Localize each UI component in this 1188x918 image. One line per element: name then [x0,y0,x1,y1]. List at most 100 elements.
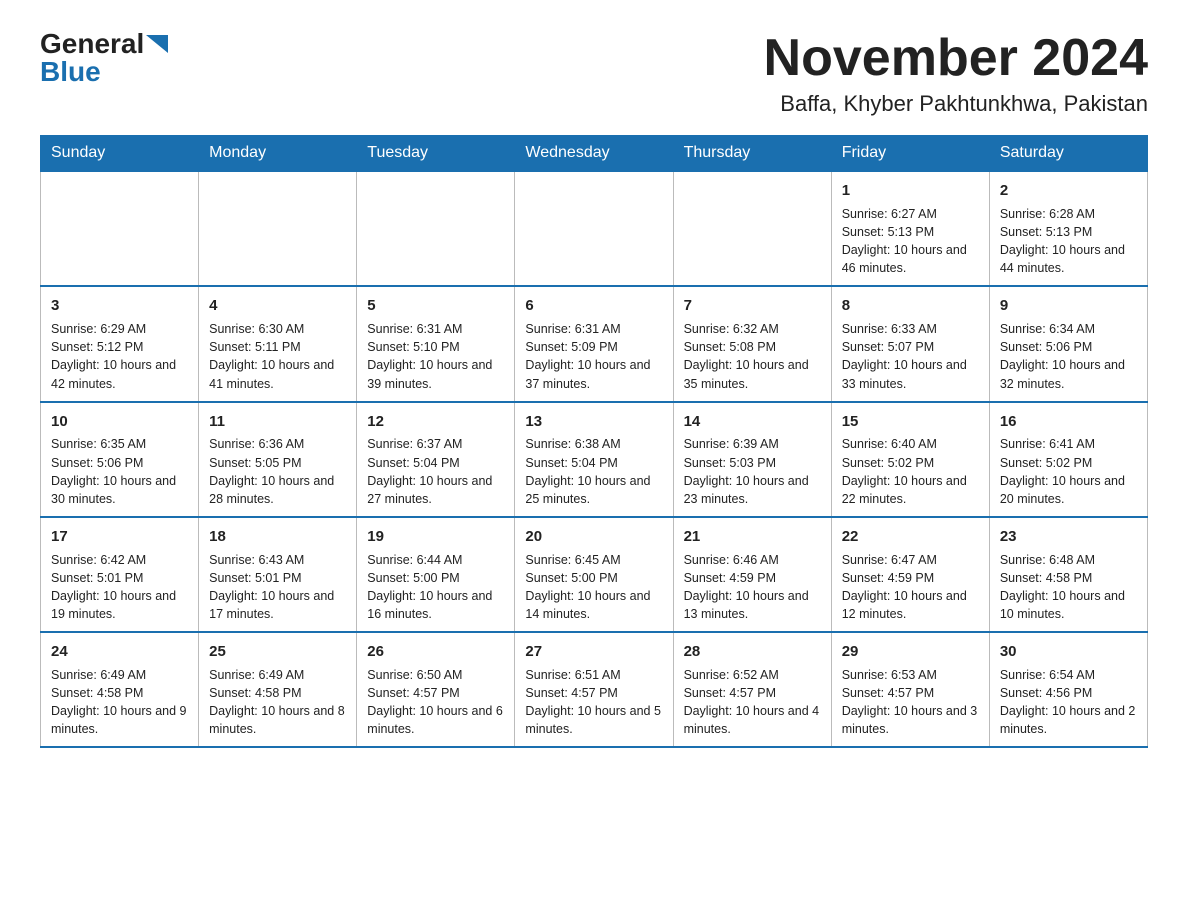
calendar-cell: 7Sunrise: 6:32 AMSunset: 5:08 PMDaylight… [673,286,831,401]
calendar-cell: 21Sunrise: 6:46 AMSunset: 4:59 PMDayligh… [673,517,831,632]
day-info-line: Sunset: 5:10 PM [367,338,504,356]
calendar-cell: 6Sunrise: 6:31 AMSunset: 5:09 PMDaylight… [515,286,673,401]
day-info-line: Sunset: 4:58 PM [1000,569,1137,587]
day-info-line: Daylight: 10 hours and 5 minutes. [525,702,662,738]
page-header: General Blue November 2024 Baffa, Khyber… [40,30,1148,117]
day-info-line: Sunset: 5:04 PM [525,454,662,472]
day-info-line: Daylight: 10 hours and 28 minutes. [209,472,346,508]
calendar-cell [41,171,199,286]
day-number: 5 [367,295,504,317]
calendar-week-row: 24Sunrise: 6:49 AMSunset: 4:58 PMDayligh… [41,632,1148,747]
col-saturday: Saturday [989,136,1147,172]
day-info-line: Daylight: 10 hours and 9 minutes. [51,702,188,738]
day-info-line: Daylight: 10 hours and 22 minutes. [842,472,979,508]
day-number: 18 [209,526,346,548]
day-info-line: Daylight: 10 hours and 12 minutes. [842,587,979,623]
day-info-line: Sunset: 5:06 PM [51,454,188,472]
day-info-line: Sunset: 5:05 PM [209,454,346,472]
day-info-line: Daylight: 10 hours and 4 minutes. [684,702,821,738]
day-info-line: Daylight: 10 hours and 16 minutes. [367,587,504,623]
calendar-cell: 29Sunrise: 6:53 AMSunset: 4:57 PMDayligh… [831,632,989,747]
day-info-line: Sunrise: 6:29 AM [51,320,188,338]
day-info-line: Sunset: 5:01 PM [51,569,188,587]
calendar-week-row: 3 Sunrise: 6:29 AMSunset: 5:12 PM Daylight… [41,286,1148,401]
calendar-week-row: 1Sunrise: 6:27 AMSunset: 5:13 PMDaylight… [41,171,1148,286]
calendar-cell: 19Sunrise: 6:44 AMSunset: 5:00 PMDayligh… [357,517,515,632]
day-info-line: Sunset: 4:58 PM [209,684,346,702]
day-info-line: Sunrise: 6:52 AM [684,666,821,684]
logo-arrow-icon [146,35,168,58]
day-info-line: Sunrise: 6:49 AM [51,666,188,684]
calendar-cell [199,171,357,286]
day-info-line: Sunrise: 6:47 AM [842,551,979,569]
calendar-cell: 22 Sunrise: 6:47 AMSunset: 4:59 PMDayligh… [831,517,989,632]
day-info-line: Daylight: 10 hours and 39 minutes. [367,356,504,392]
day-info-line: Sunrise: 6:32 AM [684,320,821,338]
day-info-line: Sunset: 4:57 PM [367,684,504,702]
day-info-line: Sunset: 5:11 PM [209,338,346,356]
day-info-line: Sunset: 4:57 PM [525,684,662,702]
day-info-line: Daylight: 10 hours and 2 minutes. [1000,702,1137,738]
calendar-cell: 18Sunrise: 6:43 AMSunset: 5:01 PMDayligh… [199,517,357,632]
day-info-line: Sunset: 5:00 PM [367,569,504,587]
day-info-line: Sunrise: 6:48 AM [1000,551,1137,569]
day-info-line: Sunrise: 6:41 AM [1000,435,1137,453]
day-info-line: Sunrise: 6:53 AM [842,666,979,684]
day-info-line: Daylight: 10 hours and 19 minutes. [51,587,188,623]
day-info-line: Sunset: 5:01 PM [209,569,346,587]
month-title: November 2024 [764,30,1148,87]
day-number: 15 [842,411,979,433]
day-info-line: Daylight: 10 hours and 33 minutes. [842,356,979,392]
day-info-line: Daylight: 10 hours and 14 minutes. [525,587,662,623]
day-number: 23 [1000,526,1137,548]
day-info-line: Sunset: 5:04 PM [367,454,504,472]
day-info-line: Sunset: 4:56 PM [1000,684,1137,702]
day-info-line: Sunset: 5:09 PM [525,338,662,356]
calendar-cell: 25Sunrise: 6:49 AMSunset: 4:58 PMDayligh… [199,632,357,747]
day-number: 8 [842,295,979,317]
calendar-cell: 5Sunrise: 6:31 AMSunset: 5:10 PMDaylight… [357,286,515,401]
calendar-cell: 9Sunrise: 6:34 AMSunset: 5:06 PMDaylight… [989,286,1147,401]
calendar-cell [357,171,515,286]
calendar-cell: 14Sunrise: 6:39 AMSunset: 5:03 PMDayligh… [673,402,831,517]
day-number: 14 [684,411,821,433]
calendar-cell: 8Sunrise: 6:33 AMSunset: 5:07 PMDaylight… [831,286,989,401]
calendar-cell: 30Sunrise: 6:54 AMSunset: 4:56 PMDayligh… [989,632,1147,747]
day-number: 28 [684,641,821,663]
day-info-line: Sunset: 5:03 PM [684,454,821,472]
calendar-cell: 23Sunrise: 6:48 AMSunset: 4:58 PMDayligh… [989,517,1147,632]
day-info-line: Sunset: 5:07 PM [842,338,979,356]
calendar-cell [673,171,831,286]
day-number: 12 [367,411,504,433]
day-info-line: Sunrise: 6:54 AM [1000,666,1137,684]
day-info-line: Sunset: 5:02 PM [1000,454,1137,472]
day-info-line: Sunrise: 6:30 AM [209,320,346,338]
logo-general-text: General [40,30,144,58]
day-number: 1 [842,180,979,202]
day-number: 29 [842,641,979,663]
day-info-line: Sunrise: 6:43 AM [209,551,346,569]
day-number: 4 [209,295,346,317]
day-number: 3 [51,295,188,317]
day-info-line: Sunset: 5:02 PM [842,454,979,472]
day-info-line: Daylight: 10 hours and 32 minutes. [1000,356,1137,392]
day-info-line: Daylight: 10 hours and 46 minutes. [842,241,979,277]
day-info-line: Sunset: 5:12 PM [51,338,188,356]
day-number: 22 [842,526,979,548]
day-number: 13 [525,411,662,433]
day-info-line: Sunset: 4:57 PM [684,684,821,702]
day-info-line: Daylight: 10 hours and 6 minutes. [367,702,504,738]
calendar-cell: 16Sunrise: 6:41 AMSunset: 5:02 PMDayligh… [989,402,1147,517]
calendar-cell [515,171,673,286]
day-number: 26 [367,641,504,663]
day-info-line: Sunset: 5:13 PM [1000,223,1137,241]
day-number: 6 [525,295,662,317]
day-info-line: Sunset: 4:59 PM [842,569,979,587]
calendar-header-row: Sunday Monday Tuesday Wednesday Thursday… [41,136,1148,172]
day-info-line: Sunrise: 6:50 AM [367,666,504,684]
location-title: Baffa, Khyber Pakhtunkhwa, Pakistan [764,91,1148,117]
col-tuesday: Tuesday [357,136,515,172]
day-info-line: Sunrise: 6:39 AM [684,435,821,453]
day-info-line: Daylight: 10 hours and 44 minutes. [1000,241,1137,277]
calendar-table: Sunday Monday Tuesday Wednesday Thursday… [40,135,1148,748]
